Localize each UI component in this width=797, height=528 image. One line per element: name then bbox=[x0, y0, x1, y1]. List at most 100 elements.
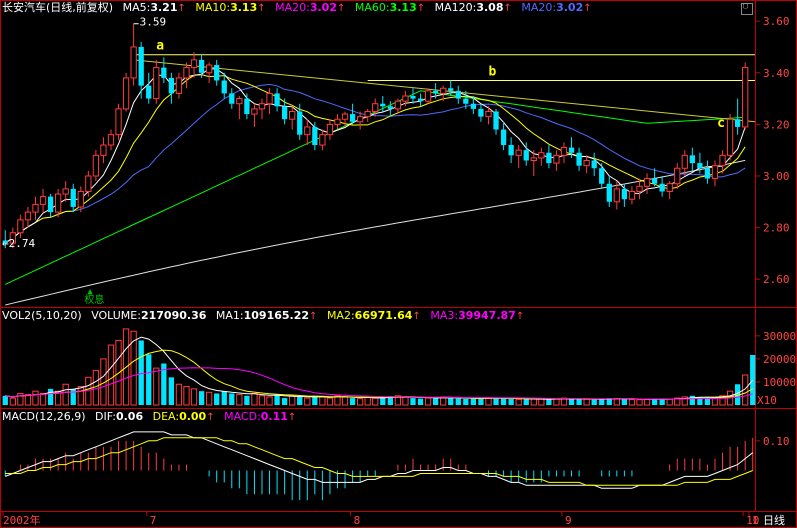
candle-body bbox=[229, 93, 235, 104]
volume-bar bbox=[341, 396, 349, 406]
volume-bar bbox=[463, 399, 469, 405]
volume-bar bbox=[85, 376, 92, 406]
candle-body bbox=[17, 219, 24, 234]
legend-vol-ma3: MA3:39947.87↑ bbox=[430, 309, 525, 322]
volume-bar bbox=[424, 397, 432, 406]
candle-body bbox=[704, 168, 711, 179]
candle-body bbox=[221, 80, 227, 94]
legend-dif: DIF:0.06 bbox=[95, 410, 144, 423]
price-tick-label: 3.40 bbox=[763, 67, 790, 80]
volume-bar bbox=[538, 398, 545, 406]
volume-bar bbox=[107, 344, 115, 406]
candle-body bbox=[387, 106, 393, 109]
price-legend: 长安汽车(日线,前复权) MA5:3.21↑ MA10:3.13↑ MA20:3… bbox=[2, 1, 598, 15]
candle-body bbox=[711, 165, 719, 180]
macd-title: MACD(12,26,9) bbox=[2, 410, 86, 423]
low-label: ←2.74 bbox=[2, 237, 35, 250]
legend-ma5: MA5:3.21↑ bbox=[122, 1, 186, 14]
volume-bar bbox=[613, 398, 620, 406]
volume-bar bbox=[508, 399, 514, 405]
candle-body bbox=[190, 59, 198, 69]
volume-bar bbox=[236, 394, 243, 406]
candle-body bbox=[485, 110, 492, 118]
candle-body bbox=[183, 67, 190, 79]
volume-bar bbox=[274, 394, 280, 405]
candle-body bbox=[576, 152, 582, 166]
candle-body bbox=[666, 183, 673, 192]
candle-body bbox=[681, 154, 688, 169]
xaxis-label: 8 bbox=[354, 514, 361, 527]
candle-body bbox=[24, 211, 32, 221]
volume-bar bbox=[500, 398, 507, 405]
candle-body bbox=[341, 113, 349, 120]
candle-body bbox=[463, 98, 469, 104]
volume-bar bbox=[546, 399, 552, 405]
xaxis-label: 7 bbox=[150, 514, 157, 527]
wave-mark-a: a bbox=[156, 39, 164, 54]
volume-bar bbox=[448, 398, 454, 405]
candle-body bbox=[92, 154, 100, 177]
volume-bar bbox=[221, 391, 227, 405]
legend-ma20: MA20:3.02↑ bbox=[275, 1, 346, 14]
volume-bar bbox=[515, 398, 522, 406]
period-label: 日线 bbox=[763, 513, 785, 527]
price-tick-label: 2.60 bbox=[763, 273, 790, 286]
candle-body bbox=[326, 123, 334, 136]
volume-bar bbox=[591, 399, 597, 405]
legend-volume: VOLUME:217090.36 bbox=[91, 309, 207, 322]
candle-body bbox=[70, 188, 76, 207]
volume-bar bbox=[39, 392, 47, 406]
candle-body bbox=[334, 118, 341, 125]
candle-body bbox=[432, 90, 439, 94]
candle-body bbox=[508, 145, 514, 156]
stock-chart[interactable]: 3.603.403.203.002.802.603.59←2.74abc权息▲3… bbox=[0, 0, 797, 528]
candle-body bbox=[636, 185, 643, 192]
dif-line bbox=[5, 431, 754, 489]
volume-bar bbox=[205, 391, 213, 406]
candle-body bbox=[122, 77, 130, 110]
volume-bar bbox=[636, 399, 643, 406]
volume-bar bbox=[214, 393, 220, 405]
candle-body bbox=[168, 77, 175, 94]
expand-icon[interactable]: ▢ bbox=[741, 1, 753, 15]
volume-bar bbox=[198, 391, 205, 405]
volume-bar bbox=[319, 396, 326, 406]
candle-body bbox=[553, 154, 560, 164]
volume-tick-label: 30000 bbox=[763, 330, 796, 343]
ma5-line bbox=[5, 68, 746, 244]
macd-tick-label: 0.10 bbox=[763, 435, 790, 448]
candle-body bbox=[198, 59, 205, 73]
ex-rights-arrow: ▲ bbox=[87, 287, 93, 297]
candle-body bbox=[39, 196, 47, 205]
candle-body bbox=[319, 134, 326, 146]
candle-body bbox=[77, 190, 84, 208]
xaxis-label: 9 bbox=[565, 514, 572, 527]
volume-bar bbox=[251, 392, 258, 406]
candle-body bbox=[493, 111, 499, 130]
candle-body bbox=[470, 103, 477, 109]
price-tick-label: 2.80 bbox=[763, 222, 790, 235]
volume-bar bbox=[229, 393, 235, 405]
candle-body bbox=[530, 157, 537, 162]
candle-body bbox=[107, 134, 115, 146]
volume-bar bbox=[17, 392, 24, 406]
volume-bar bbox=[750, 354, 756, 405]
candle-body bbox=[372, 103, 379, 112]
candle-body bbox=[394, 100, 402, 110]
volume-title: VOL2(5,10,20) bbox=[2, 309, 82, 322]
candle-body bbox=[214, 65, 220, 81]
candle-body bbox=[410, 95, 416, 99]
volume-bar bbox=[138, 340, 144, 405]
candle-body bbox=[146, 85, 152, 99]
candle-body bbox=[478, 108, 484, 117]
candle-body bbox=[674, 167, 681, 185]
candle-body bbox=[417, 98, 424, 102]
legend-ma120: MA120:3.08↑ bbox=[434, 1, 512, 14]
xaxis-label: 2002年 bbox=[3, 513, 41, 527]
legend-vol-ma1: MA1:109165.22↑ bbox=[215, 309, 318, 322]
volume-bar bbox=[356, 398, 364, 406]
candle-body bbox=[380, 103, 386, 107]
candle-body bbox=[606, 183, 612, 202]
candle-body bbox=[297, 111, 303, 135]
candle-body bbox=[62, 188, 69, 195]
